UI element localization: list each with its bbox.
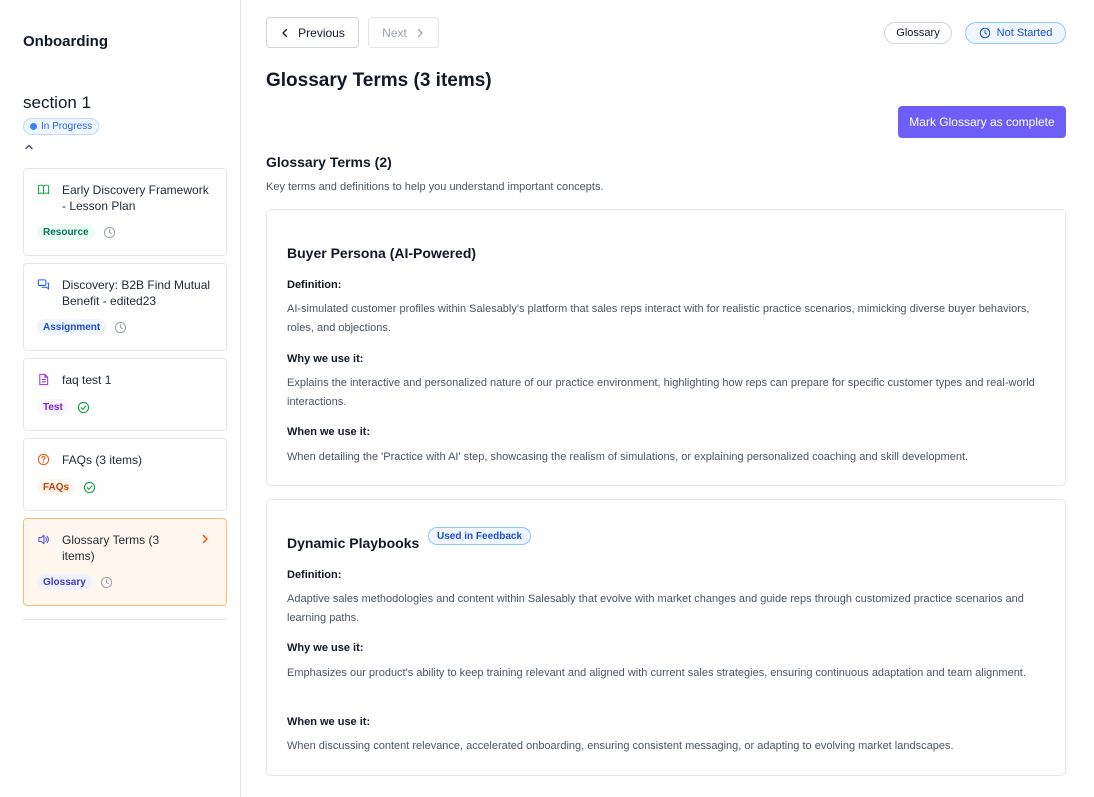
clock-icon	[979, 27, 990, 39]
section-heading: Glossary Terms (2)	[266, 154, 392, 170]
content-type-pill: Glossary	[884, 22, 952, 44]
lesson-item-glossary-terms[interactable]: Glossary Terms (3 items) Glossary	[23, 518, 227, 606]
chat-bubbles-icon	[37, 279, 50, 290]
definition-text: Adaptive sales methodologies and content…	[287, 593, 1024, 624]
chevron-right-icon	[417, 28, 423, 37]
tag-glossary: Glossary	[37, 574, 92, 590]
when-text: When discussing content relevance, accel…	[287, 740, 954, 752]
why-label: Why we use it:	[287, 353, 364, 365]
when-label: When we use it:	[287, 426, 371, 438]
book-open-icon	[37, 184, 50, 195]
lesson-item-faqs[interactable]: FAQs (3 items) FAQs	[23, 438, 227, 511]
lesson-item-title: FAQs (3 items)	[62, 453, 143, 467]
section-description: Key terms and definitions to help you un…	[266, 181, 604, 193]
why-label: Why we use it:	[287, 642, 364, 654]
section-status-label: In Progress	[41, 121, 93, 132]
section-title: section 1	[23, 93, 92, 112]
page-title: Glossary Terms (3 items)	[266, 70, 492, 91]
check-circle-icon	[83, 481, 96, 493]
status-dot-icon	[30, 123, 37, 130]
lesson-item-early-discovery[interactable]: Early Discovery Framework - Lesson Plan …	[23, 168, 227, 256]
when-label: When we use it:	[287, 716, 371, 728]
sidebar: Onboarding section 1 In Progress Early D…	[0, 0, 241, 797]
mark-complete-button[interactable]: Mark Glossary as complete	[898, 106, 1066, 138]
definition-text: AI-simulated customer profiles within Sa…	[287, 303, 1030, 334]
lesson-item-title: Glossary Terms (3 items)	[62, 533, 160, 563]
speaker-icon	[38, 534, 49, 545]
tag-assignment: Assignment	[37, 319, 107, 335]
section-status-badge: In Progress	[23, 118, 100, 135]
tag-faqs: FAQs	[37, 479, 76, 495]
chevron-up-icon[interactable]	[23, 141, 35, 153]
definition-label: Definition:	[287, 569, 342, 581]
chevron-right-icon	[202, 534, 208, 544]
check-circle-icon	[77, 401, 89, 413]
document-icon	[39, 373, 49, 386]
tag-test: Test	[37, 399, 69, 415]
used-in-feedback-badge: Used in Feedback	[428, 527, 532, 545]
chevron-left-icon	[282, 28, 288, 37]
app-title: Onboarding	[23, 33, 108, 50]
why-text: Explains the interactive and personalize…	[287, 377, 1035, 408]
lesson-item-discovery-b2b[interactable]: Discovery: B2B Find Mutual Benefit - edi…	[23, 263, 227, 351]
term-name: Buyer Persona (AI-Powered)	[287, 245, 477, 261]
status-pill: Not Started	[965, 22, 1066, 44]
term-name: Dynamic Playbooks	[287, 535, 420, 551]
lesson-item-title: Discovery: B2B Find Mutual Benefit - edi…	[62, 278, 211, 308]
main-content: Previous Next Glossary Not Started Gloss…	[241, 0, 1094, 797]
clock-icon	[115, 321, 127, 333]
sidebar-divider	[23, 619, 227, 620]
lesson-item-title: faq test 1	[62, 373, 112, 387]
clock-icon	[100, 576, 112, 588]
glossary-term-card: Dynamic Playbooks Used in Feedback Defin…	[266, 499, 1066, 776]
why-text: Emphasizes our product's ability to keep…	[287, 667, 1026, 679]
lesson-item-title: Early Discovery Framework - Lesson Plan	[62, 183, 209, 213]
when-text: When detailing the 'Practice with AI' st…	[287, 451, 969, 463]
lesson-item-faq-test[interactable]: faq test 1 Test	[23, 358, 227, 431]
next-button[interactable]: Next	[368, 17, 439, 48]
tag-resource: Resource	[37, 224, 95, 240]
clock-icon	[103, 226, 115, 238]
glossary-term-card: Buyer Persona (AI-Powered) Definition: A…	[266, 209, 1066, 486]
next-label: Next	[382, 25, 407, 40]
status-label: Not Started	[996, 27, 1053, 39]
previous-label: Previous	[298, 25, 345, 40]
previous-button[interactable]: Previous	[266, 17, 359, 48]
definition-label: Definition:	[287, 279, 342, 291]
question-circle-icon	[37, 453, 50, 466]
